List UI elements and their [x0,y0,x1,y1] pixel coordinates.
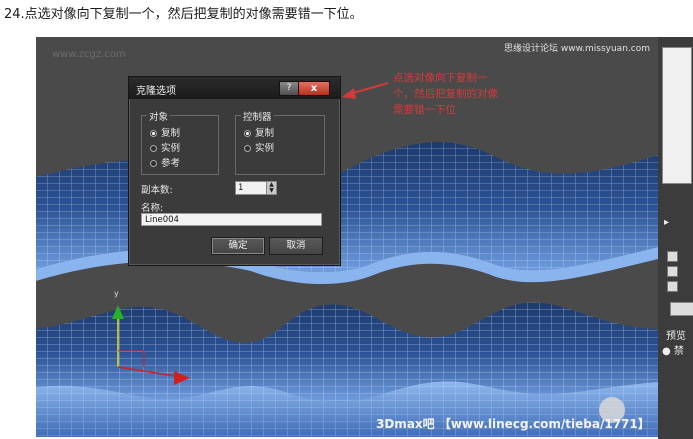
dialog-titlebar[interactable]: 克隆选项 ? x [129,77,340,99]
radio-empty-icon [244,145,251,152]
cancel-button[interactable]: 取消 [269,237,323,255]
controller-group-legend: 控制器 [241,109,274,123]
footer-brand-text: 3Dmax吧 【www.linecg.com/tieba/1771】 [376,417,650,431]
panel-preview-label: 预览 [666,331,686,342]
copies-value: 1 [238,183,244,193]
object-copy-label: 复制 [161,128,181,139]
spinner-arrows-icon[interactable]: ▲ ▼ [266,182,276,194]
panel-checkbox-3[interactable] [667,281,678,292]
radio-empty-icon [150,160,157,167]
radio-selected-icon [244,130,251,137]
object-reference-radio[interactable]: 参考 [150,155,180,169]
viewport-corner-logo: 思缘设计论坛 www.missyuan.com [504,44,650,54]
radio-empty-icon [150,145,157,152]
panel-checkbox-2[interactable] [667,266,678,277]
help-button[interactable]: ? [279,81,299,96]
object-group: 对象 复制 实例 参考 [141,109,219,175]
copies-label: 副本数: [141,185,173,196]
object-group-legend: 对象 [147,109,171,123]
axis-y-label: y [114,289,119,298]
step-caption: 24.点选对像向下复制一个，然后把复制的对像需要错一下位。 [4,7,363,22]
radio-selected-icon [150,130,157,137]
controller-instance-radio[interactable]: 实例 [244,140,274,154]
controller-copy-label: 复制 [255,128,275,139]
panel-radio[interactable]: ● 禁 [662,342,684,357]
clone-options-dialog: 克隆选项 ? x 对象 复制 实例 参考 控制器 复制 实例 副本数: 1 ▲ ▼… [128,76,341,266]
controller-instance-label: 实例 [255,143,275,154]
name-label: 名称: [141,203,164,214]
dialog-title: 克隆选项 [136,86,176,97]
annotation-arrow [342,82,389,99]
object-reference-label: 参考 [161,158,181,169]
panel-radio-label: 禁 [673,346,684,357]
object-instance-radio[interactable]: 实例 [150,140,180,154]
object-instance-label: 实例 [161,143,181,154]
annotation-note: 点选对像向下复制一个，然后把复制的对像需要错一下位 [393,72,498,116]
controller-copy-radio[interactable]: 复制 [244,125,274,139]
panel-pin-icon[interactable]: ▸ [664,217,669,228]
controller-group: 控制器 复制 实例 [235,109,325,175]
ok-button[interactable]: 确定 [211,237,265,255]
object-copy-radio[interactable]: 复制 [150,125,180,139]
viewport-watermark: www.zcgz.com [52,49,126,60]
copies-spinner[interactable]: 1 ▲ ▼ [235,181,277,195]
panel-field[interactable] [670,302,693,316]
command-panel: ▸ 预览 ● 禁 [658,37,693,439]
panel-list-area[interactable] [662,47,692,184]
name-input[interactable]: Line004 [141,213,322,226]
close-button[interactable]: x [298,81,330,96]
panel-checkbox-1[interactable] [667,251,678,262]
